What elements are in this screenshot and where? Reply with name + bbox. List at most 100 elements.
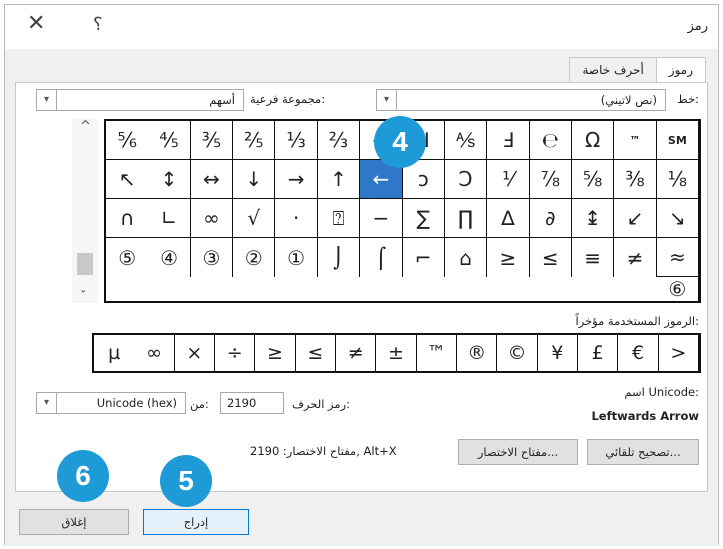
scroll-down-icon[interactable]: ˇ xyxy=(80,290,87,305)
recent-symbol-cell[interactable]: © xyxy=(497,335,538,371)
recent-symbol-cell[interactable]: ≤ xyxy=(255,335,296,371)
chevron-down-icon[interactable]: ▾ xyxy=(377,90,397,110)
symbol-cell[interactable]: ™ xyxy=(614,121,657,160)
scroll-up-icon[interactable]: ^ xyxy=(80,119,91,134)
font-label: خط: xyxy=(677,92,699,106)
symbol-cell[interactable]: ≡ xyxy=(572,238,615,277)
recent-symbol-cell[interactable]: × xyxy=(175,335,216,371)
tab-strip: رموز أحرف خاصة xyxy=(569,57,706,84)
symbols-panel: خط: (نص لاتيني) ▾ مجموعة فرعية: أسهم ▾ ^… xyxy=(15,82,708,492)
symbol-cell[interactable]: ↔ xyxy=(190,160,234,199)
from-label: من: xyxy=(190,397,209,411)
symbol-cell[interactable]: ③ xyxy=(191,238,234,277)
symbol-cell[interactable]: ↑ xyxy=(317,160,361,199)
symbol-cell[interactable]: ⅔ xyxy=(317,121,361,160)
symbol-cell[interactable]: ≥ xyxy=(530,238,572,277)
symbol-cell[interactable]: ⑤ xyxy=(106,238,148,277)
autocorrect-button[interactable]: تصحيح تلقائي... xyxy=(587,439,699,465)
symbol-cell[interactable]: ⅝ xyxy=(571,160,615,199)
chevron-down-icon[interactable]: ▾ xyxy=(37,393,57,413)
symbol-cell[interactable]: ∟ xyxy=(148,199,191,238)
char-code-input[interactable]: 2190 xyxy=(220,392,284,414)
symbol-cell[interactable]: ⅛ xyxy=(656,160,699,199)
symbol-cell[interactable]: ⌂ xyxy=(445,238,488,277)
symbol-cell[interactable]: ⅚ xyxy=(106,121,149,160)
symbol-cell[interactable]: ∩ xyxy=(106,199,149,238)
symbol-cell[interactable]: ⅖ xyxy=(233,121,276,160)
recent-symbol-cell[interactable]: ® xyxy=(457,335,498,371)
symbol-cell[interactable]: ⅟ xyxy=(487,160,530,199)
symbol-cell[interactable]: √ xyxy=(233,199,276,238)
symbol-grid-scrollbar[interactable]: ^ ˇ xyxy=(72,119,98,305)
help-icon[interactable]: ؟ xyxy=(93,13,103,37)
symbol-cell[interactable]: ⅓ xyxy=(275,121,318,160)
symbol-cell[interactable]: · xyxy=(275,199,318,238)
recent-symbol-cell[interactable]: µ xyxy=(94,335,134,371)
symbol-cell[interactable]: ⅜ xyxy=(614,160,657,199)
recent-symbol-cell[interactable]: ≥ xyxy=(296,335,337,371)
symbol-cell[interactable]: ⌠ xyxy=(360,238,403,277)
close-icon[interactable]: ✕ xyxy=(27,11,45,37)
unicode-name-label: اسم Unicode: xyxy=(624,385,699,399)
symbol-cell[interactable]: ≈ xyxy=(656,238,699,277)
symbol-cell[interactable]: ⌐ xyxy=(403,238,445,277)
symbol-cell[interactable]: ↖ xyxy=(106,160,149,199)
tab-special-characters[interactable]: أحرف خاصة xyxy=(569,57,657,83)
symbol-cell[interactable]: ⅘ xyxy=(148,121,191,160)
symbol-cell[interactable]: ∞ xyxy=(190,199,234,238)
symbol-cell[interactable]: SM xyxy=(656,121,699,160)
chevron-down-icon[interactable]: ▾ xyxy=(37,90,57,110)
from-select[interactable]: Unicode (hex) ▾ xyxy=(36,392,186,414)
symbol-cell[interactable]: Ω xyxy=(571,121,615,160)
subset-select[interactable]: أسهم ▾ xyxy=(36,89,244,111)
recent-symbols-grid: < € £ ¥ © ® ™ ± ≠ ≥ ≤ ÷ × ∞ µ xyxy=(92,333,701,373)
symbol-cell[interactable]: ① xyxy=(275,238,318,277)
font-select[interactable]: (نص لاتيني) ▾ xyxy=(376,89,666,111)
symbol-cell[interactable]: Ↄ xyxy=(444,160,488,199)
symbol-cell[interactable]: ≤ xyxy=(487,238,530,277)
symbol-cell[interactable]: ↕ xyxy=(148,160,191,199)
subset-label: مجموعة فرعية: xyxy=(250,92,326,106)
recent-symbol-cell[interactable]: ™ xyxy=(417,335,458,371)
close-button[interactable]: إغلاق xyxy=(19,509,129,535)
symbol-cell[interactable]: → xyxy=(275,160,318,199)
recent-symbol-cell[interactable]: ¥ xyxy=(538,335,579,371)
symbol-cell[interactable]: ⅍ xyxy=(444,121,488,160)
symbol-cell[interactable]: ⅗ xyxy=(190,121,234,160)
char-code-label: رمز الحرف: xyxy=(292,397,350,411)
recent-symbol-cell[interactable]: £ xyxy=(578,335,619,371)
recent-symbol-cell[interactable]: < xyxy=(659,335,699,371)
symbol-cell[interactable]: ⍰ xyxy=(317,199,361,238)
tab-symbols[interactable]: رموز xyxy=(655,57,706,84)
symbol-cell[interactable]: ∆ xyxy=(487,199,530,238)
symbol-cell[interactable]: ∏ xyxy=(444,199,488,238)
symbol-cell[interactable]: − xyxy=(360,199,403,238)
insert-button[interactable]: إدراج xyxy=(143,509,249,535)
shortcut-key-button[interactable]: مفتاح الاختصار... xyxy=(458,439,578,465)
symbol-cell[interactable]: ② xyxy=(233,238,276,277)
symbol-cell[interactable]: ↨ xyxy=(571,199,615,238)
symbol-cell[interactable]: ↓ xyxy=(233,160,276,199)
recent-symbol-cell[interactable]: ± xyxy=(376,335,417,371)
recent-symbol-cell[interactable]: ∞ xyxy=(134,335,175,371)
symbol-cell[interactable]: ↘ xyxy=(656,199,699,238)
symbol-cell[interactable]: ⅞ xyxy=(529,160,572,199)
recent-symbol-cell[interactable]: ÷ xyxy=(215,335,256,371)
shortcut-key-text: مفتاح الاختصار: 2190, Alt+X xyxy=(250,444,397,458)
symbol-cell[interactable]: ∂ xyxy=(529,199,572,238)
recent-symbol-cell[interactable]: ≠ xyxy=(336,335,377,371)
from-value: Unicode (hex) xyxy=(96,396,177,410)
scroll-thumb[interactable] xyxy=(77,253,93,275)
symbol-cell[interactable]: ∑ xyxy=(402,199,445,238)
symbol-cell[interactable]: ↙ xyxy=(614,199,657,238)
symbol-cell[interactable]: ⑥ xyxy=(657,277,699,301)
title-bar: رمز ✕ ؟ xyxy=(5,5,718,49)
dialog-body: رموز أحرف خاصة خط: (نص لاتيني) ▾ مجموعة … xyxy=(5,49,718,499)
dialog-footer: إدراج إغلاق xyxy=(5,499,718,546)
symbol-cell[interactable]: ℮ xyxy=(529,121,572,160)
recent-symbol-cell[interactable]: € xyxy=(618,335,659,371)
symbol-cell[interactable]: ⌡ xyxy=(318,238,361,277)
symbol-cell[interactable]: ④ xyxy=(148,238,191,277)
symbol-cell[interactable]: ≠ xyxy=(614,238,657,277)
symbol-cell[interactable]: Ⅎ xyxy=(487,121,530,160)
